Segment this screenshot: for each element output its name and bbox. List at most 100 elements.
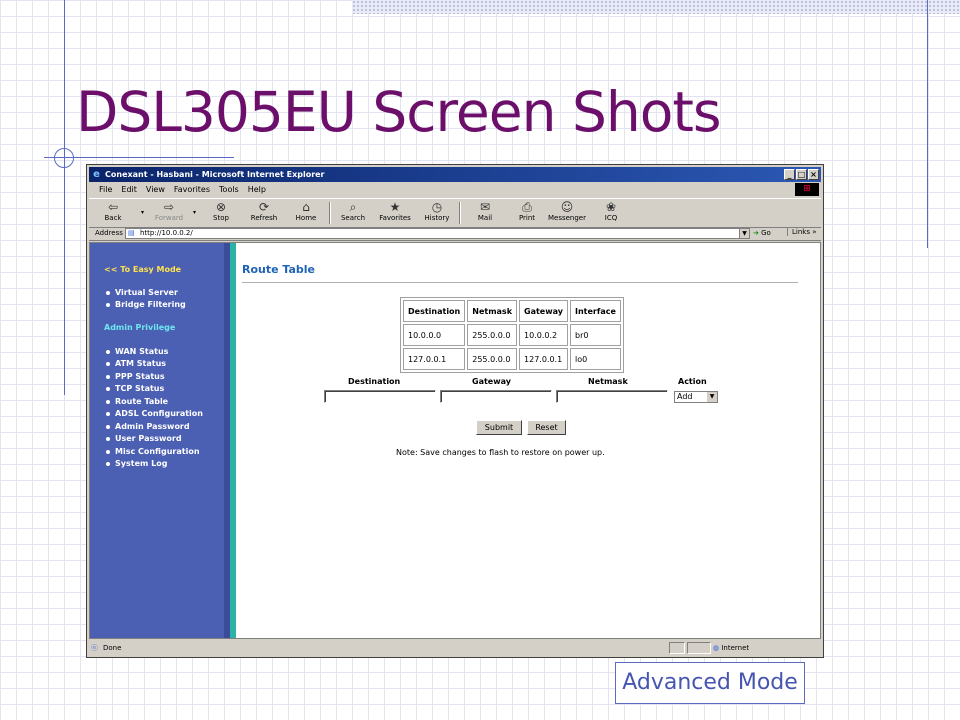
decorative-circle	[54, 148, 74, 168]
icq-button[interactable]: ❀ ICQ	[593, 200, 629, 226]
address-dropdown-icon[interactable]: ▼	[739, 228, 750, 239]
bullet-icon	[106, 399, 110, 404]
table-row: 10.0.0.0 255.0.0.0 10.0.0.2 br0	[403, 324, 621, 346]
submit-button[interactable]: Submit	[476, 420, 522, 435]
sidebar-item-label: Virtual Server	[115, 288, 178, 297]
messenger-icon: ☺	[560, 200, 574, 214]
ie-logo-icon: e	[93, 169, 100, 180]
history-button[interactable]: ◷ History	[419, 200, 455, 226]
address-input[interactable]: ▤ http://10.0.0.2/	[125, 228, 749, 239]
sidebar: << To Easy Mode Virtual Server Bridge Fi…	[90, 243, 230, 638]
mail-label: Mail	[477, 214, 493, 222]
destination-label: Destination	[348, 377, 401, 386]
sidebar-item-label: ADSL Configuration	[115, 409, 203, 418]
menu-bar: File Edit View Favorites Tools Help	[89, 183, 821, 196]
sidebar-item-admin-password[interactable]: Admin Password	[106, 422, 190, 431]
route-table: Destination Netmask Gateway Interface 10…	[400, 297, 624, 373]
sidebar-item-atm-status[interactable]: ATM Status	[106, 359, 166, 368]
bullet-icon	[106, 349, 110, 354]
sidebar-item-wan-status[interactable]: WAN Status	[106, 347, 168, 356]
menu-favorites[interactable]: Favorites	[174, 183, 210, 196]
window-title: Conexant - Hasbani - Microsoft Internet …	[105, 170, 325, 179]
browser-window: e Conexant - Hasbani - Microsoft Interne…	[86, 164, 824, 658]
sidebar-item-virtual-server[interactable]: Virtual Server	[106, 288, 178, 297]
back-dropdown-icon[interactable]: ▾	[141, 209, 144, 216]
netmask-input[interactable]	[556, 390, 668, 403]
back-button[interactable]: ⇦ Back	[95, 200, 131, 226]
easy-mode-link[interactable]: << To Easy Mode	[104, 265, 181, 274]
gateway-label: Gateway	[472, 377, 511, 386]
home-button[interactable]: ⌂ Home	[288, 200, 324, 226]
forward-button[interactable]: ⇨ Forward	[151, 200, 187, 226]
sidebar-item-label: User Password	[115, 434, 182, 443]
page-content: << To Easy Mode Virtual Server Bridge Fi…	[89, 242, 821, 639]
stop-label: Stop	[213, 214, 229, 222]
home-icon: ⌂	[302, 200, 310, 214]
bullet-icon	[106, 290, 110, 295]
menu-file[interactable]: File	[99, 183, 112, 196]
sidebar-item-ppp-status[interactable]: PPP Status	[106, 372, 165, 381]
sidebar-item-label: Route Table	[115, 397, 169, 406]
action-select[interactable]: Add ▼	[674, 391, 718, 403]
favorites-label: Favorites	[379, 214, 411, 222]
netmask-label: Netmask	[588, 377, 628, 386]
sidebar-item-route-table[interactable]: Route Table	[106, 397, 168, 406]
sidebar-item-label: Bridge Filtering	[115, 300, 186, 309]
slide-title: DSL305EU Screen Shots	[76, 80, 722, 144]
menu-view[interactable]: View	[146, 183, 165, 196]
sidebar-item-label: TCP Status	[115, 384, 165, 393]
sidebar-item-tcp-status[interactable]: TCP Status	[106, 384, 164, 393]
forward-label: Forward	[154, 214, 184, 222]
destination-input[interactable]	[324, 390, 436, 403]
save-note: Note: Save changes to flash to restore o…	[396, 448, 605, 457]
close-button[interactable]: ×	[808, 169, 819, 180]
menu-tools[interactable]: Tools	[219, 183, 239, 196]
table-header-row: Destination Netmask Gateway Interface	[403, 300, 621, 322]
mail-button[interactable]: ✉ Mail	[467, 200, 503, 226]
sidebar-item-adsl-configuration[interactable]: ADSL Configuration	[106, 409, 203, 418]
reset-button[interactable]: Reset	[527, 420, 566, 435]
search-icon: ⌕	[349, 200, 357, 214]
stop-button[interactable]: ⊗ Stop	[203, 200, 239, 226]
go-label: Go	[761, 229, 771, 237]
bullet-icon	[106, 411, 110, 416]
table-cell: 255.0.0.0	[467, 348, 518, 370]
favorites-button[interactable]: ★ Favorites	[377, 200, 413, 226]
admin-privilege-heading: Admin Privilege	[104, 323, 176, 332]
page-title: Route Table	[242, 263, 316, 276]
page-icon: ▤	[128, 229, 135, 237]
sidebar-item-user-password[interactable]: User Password	[106, 434, 182, 443]
table-cell: 10.0.0.0	[403, 324, 466, 346]
messenger-button[interactable]: ☺ Messenger	[545, 200, 589, 226]
search-button[interactable]: ⌕ Search	[335, 200, 371, 226]
slide-caption: Advanced Mode	[615, 662, 805, 704]
heading-divider	[242, 282, 798, 283]
forward-dropdown-icon[interactable]: ▾	[193, 209, 196, 216]
sidebar-item-misc-configuration[interactable]: Misc Configuration	[106, 447, 200, 456]
chevron-down-icon: ▼	[707, 392, 717, 402]
window-titlebar[interactable]: e Conexant - Hasbani - Microsoft Interne…	[89, 167, 821, 182]
bullet-icon	[106, 449, 110, 454]
links-button[interactable]: Links »	[787, 228, 817, 236]
sidebar-item-system-log[interactable]: System Log	[106, 459, 167, 468]
zone-text: Internet	[721, 644, 750, 652]
go-button[interactable]: ➔ Go	[753, 229, 771, 237]
ie-page-icon: ⓔ	[91, 644, 98, 652]
column-header: Netmask	[467, 300, 518, 322]
print-button[interactable]: ⎙ Print	[509, 200, 545, 226]
minimize-button[interactable]: _	[784, 169, 795, 180]
security-zone: ◍ Internet	[713, 641, 749, 655]
search-label: Search	[340, 214, 366, 222]
bullet-icon	[106, 361, 110, 366]
column-header: Interface	[570, 300, 621, 322]
bullet-icon	[106, 386, 110, 391]
sidebar-item-bridge-filtering[interactable]: Bridge Filtering	[106, 300, 186, 309]
sidebar-item-label: Admin Password	[115, 422, 190, 431]
menu-help[interactable]: Help	[248, 183, 266, 196]
maximize-button[interactable]: □	[796, 169, 807, 180]
gateway-input[interactable]	[440, 390, 552, 403]
refresh-button[interactable]: ⟳ Refresh	[246, 200, 282, 226]
menu-edit[interactable]: Edit	[121, 183, 137, 196]
go-arrow-icon: ➔	[753, 229, 759, 237]
toolbar-separator	[329, 202, 331, 224]
